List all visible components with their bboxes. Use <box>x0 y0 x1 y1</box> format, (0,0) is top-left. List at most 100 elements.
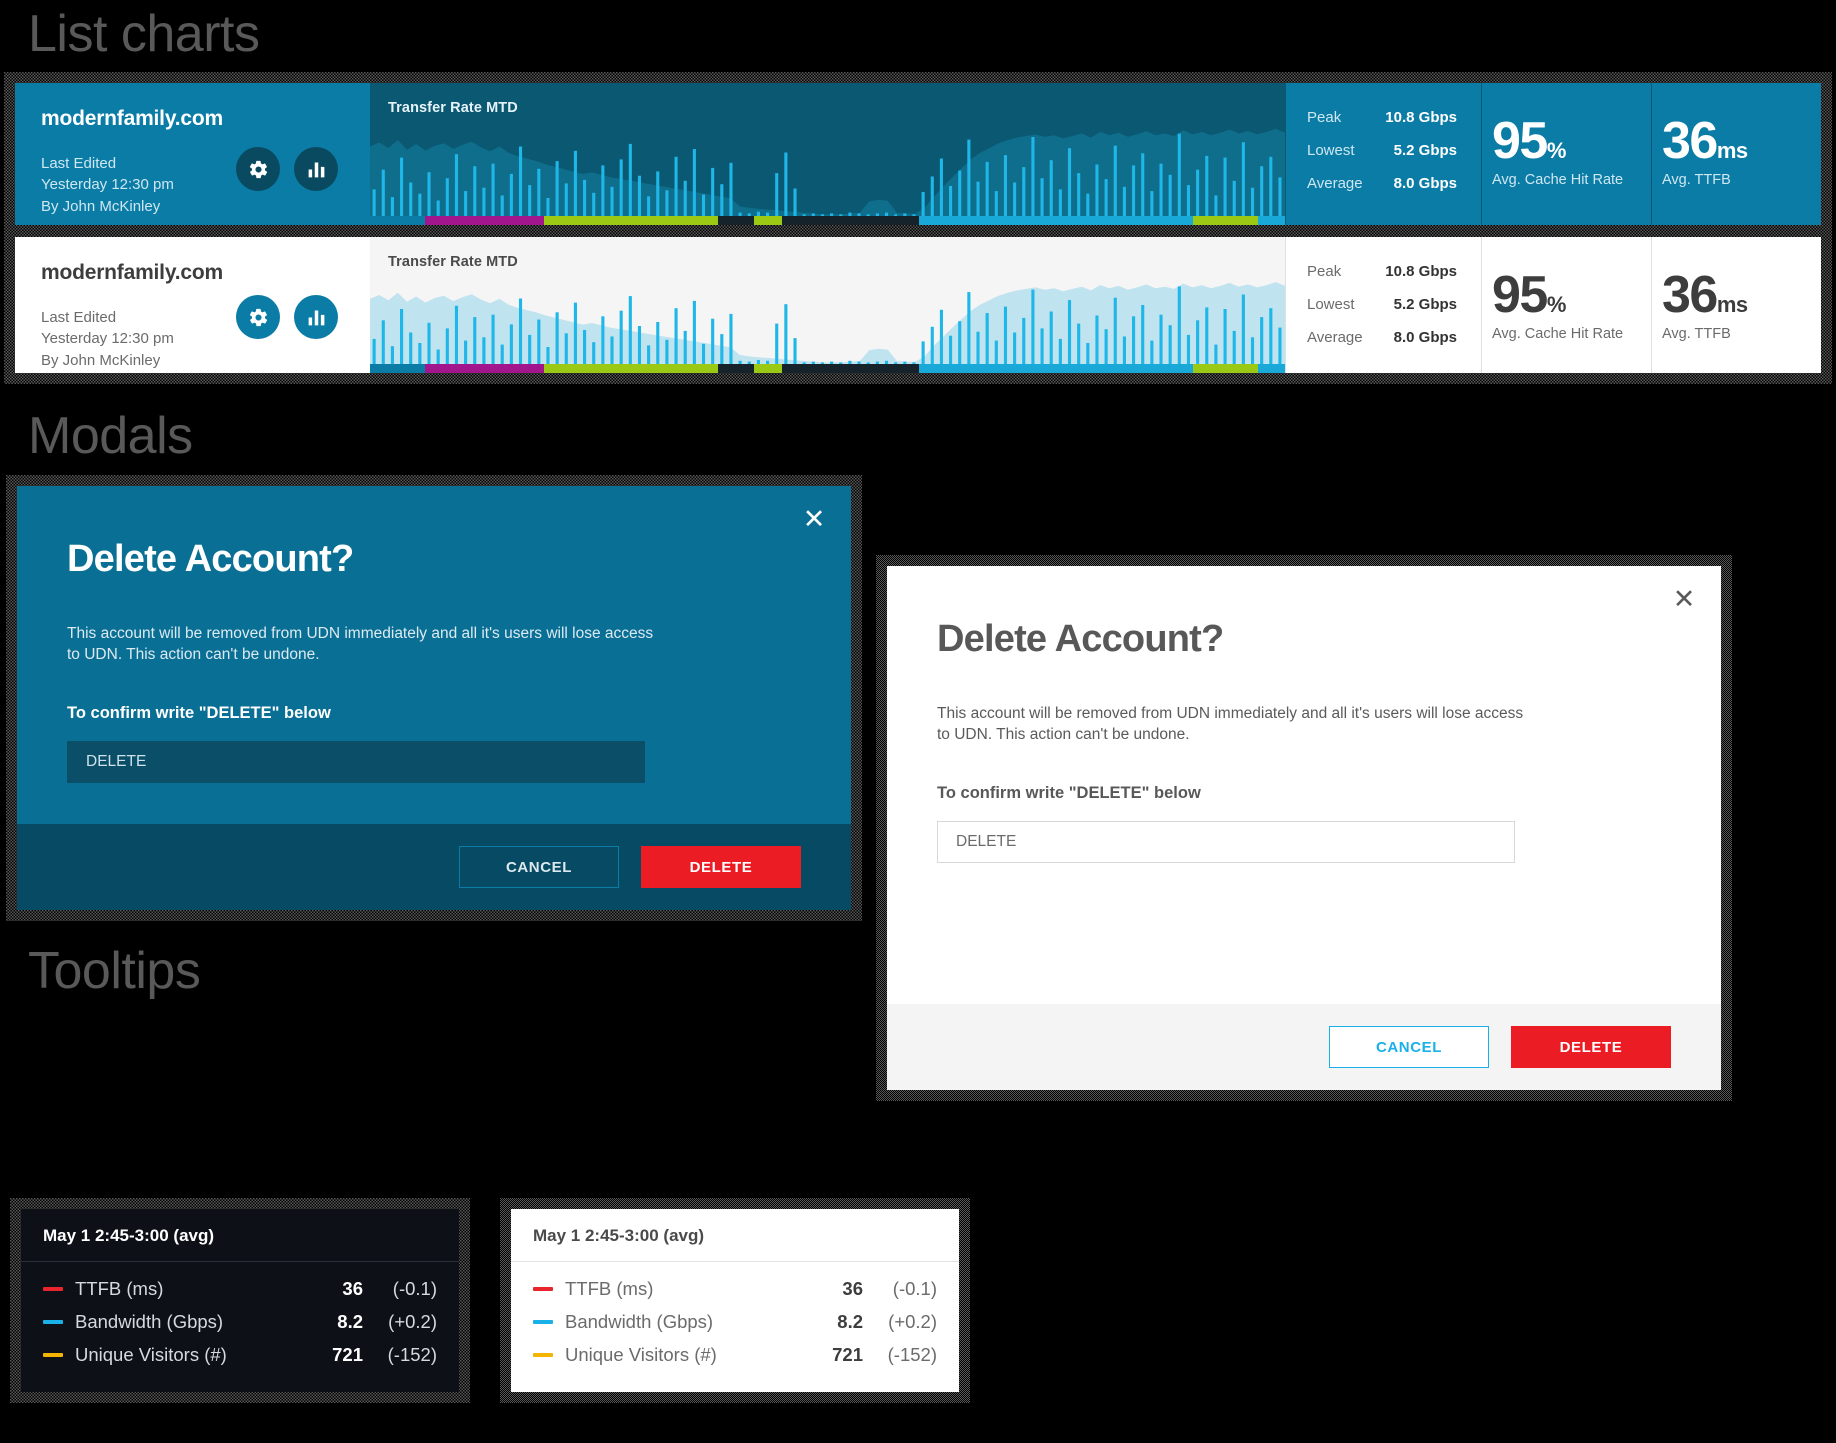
bar <box>564 333 568 364</box>
confirm-input[interactable]: DELETE <box>937 820 1515 863</box>
bar <box>1214 195 1218 216</box>
status-segment <box>918 364 1194 373</box>
stat-key: Lowest <box>1307 296 1355 313</box>
list-charts-frame: modernfamily.com Last Edited Yesterday 1… <box>4 72 1832 384</box>
bar <box>1205 155 1209 216</box>
tooltip-row: Bandwidth (Gbps) 8.2 (+0.2) <box>533 1305 937 1338</box>
bar <box>601 316 605 364</box>
bar <box>1241 142 1245 216</box>
gear-icon <box>249 308 267 326</box>
bar <box>528 334 532 364</box>
bar <box>656 322 660 364</box>
bar <box>1067 148 1072 216</box>
legend-swatch-icon <box>533 1286 553 1291</box>
metric-delta: (+0.2) <box>388 1310 437 1332</box>
bar <box>1095 164 1099 216</box>
bar <box>1067 300 1072 364</box>
status-segment <box>1193 364 1258 373</box>
bar <box>1141 153 1145 216</box>
bar <box>473 166 477 216</box>
chart-status-strip <box>370 216 1285 225</box>
kpi-tile: 95% Avg. Cache Hit Rate <box>1481 83 1651 225</box>
stat-key: Peak <box>1307 109 1342 126</box>
bar <box>958 170 962 216</box>
bar <box>592 192 596 216</box>
bar <box>482 337 486 364</box>
bar <box>500 344 504 364</box>
bar <box>509 173 513 216</box>
bar <box>1278 177 1282 216</box>
status-segment <box>370 364 425 373</box>
bar <box>1223 309 1227 364</box>
bar <box>1260 317 1264 364</box>
bar <box>1232 180 1236 216</box>
bar <box>372 338 376 364</box>
bar <box>701 343 706 364</box>
bar <box>573 150 577 216</box>
tooltip-rows: TTFB (ms) 36 (-0.1) Bandwidth (Gbps) 8.2 (+0.… <box>511 1262 959 1385</box>
kpi-unit: ms <box>1716 138 1748 163</box>
bar <box>427 172 431 216</box>
analytics-button[interactable] <box>294 295 338 339</box>
bar <box>793 188 797 216</box>
site-domain: modernfamily.com <box>41 261 223 284</box>
kpi-tile: 36ms Avg. TTFB <box>1651 83 1821 225</box>
cancel-button[interactable]: CANCEL <box>459 846 619 888</box>
bar <box>711 318 715 364</box>
cancel-button[interactable]: CANCEL <box>1329 1026 1489 1068</box>
modal-description: This account will be removed from UDN im… <box>67 625 654 664</box>
bar <box>592 342 596 364</box>
analytics-button[interactable] <box>294 147 338 191</box>
bar <box>1104 179 1108 216</box>
bar <box>1077 323 1081 364</box>
transfer-rate-chart-light[interactable]: Transfer Rate MTD <box>370 237 1285 373</box>
bar <box>967 139 971 216</box>
delete-button[interactable]: DELETE <box>641 846 801 888</box>
bar <box>729 313 733 364</box>
list-chart-card-dark[interactable]: modernfamily.com Last Edited Yesterday 1… <box>15 83 1821 225</box>
bar <box>427 322 431 364</box>
chart-summary-stats: Peak 10.8 Gbps Lowest 5.2 Gbps Average 8.0 Gb… <box>1285 83 1481 225</box>
status-segment <box>424 216 544 225</box>
tooltip-row: TTFB (ms) 36 (-0.1) <box>533 1272 937 1305</box>
metrics-tooltip-light: May 1 2:45-3:00 (avg) TTFB (ms) 36 (-0.1) B… <box>511 1209 959 1392</box>
stat-key: Lowest <box>1307 142 1355 159</box>
kpi-unit: % <box>1546 138 1567 163</box>
metric-delta: (+0.2) <box>888 1310 937 1332</box>
delete-button[interactable]: DELETE <box>1511 1026 1671 1068</box>
bar <box>1168 325 1172 364</box>
status-segment <box>717 364 755 373</box>
settings-button[interactable] <box>236 147 280 191</box>
confirm-instruction: To confirm write "DELETE" below <box>937 783 1201 802</box>
tooltip-row: Unique Visitors (#) 721 (-152) <box>43 1338 437 1371</box>
kpi-label: Avg. TTFB <box>1662 172 1731 189</box>
bar <box>409 332 413 364</box>
bar <box>1058 189 1062 216</box>
bar <box>1177 133 1181 216</box>
transfer-rate-chart-dark[interactable]: Transfer Rate MTD <box>370 83 1285 225</box>
bar <box>1132 316 1136 364</box>
bar <box>1150 340 1154 364</box>
bar <box>555 161 559 216</box>
bar <box>528 185 532 216</box>
tooltip-row: Bandwidth (Gbps) 8.2 (+0.2) <box>43 1305 437 1338</box>
bar <box>1232 330 1236 364</box>
bar <box>1159 314 1163 364</box>
dark-modal-frame: ✕ Delete Account? This account will be r… <box>6 475 862 921</box>
bar <box>473 317 477 364</box>
dark-tooltip-frame: May 1 2:45-3:00 (avg) TTFB (ms) 36 (-0.1) B… <box>10 1198 470 1403</box>
bar <box>1278 327 1282 364</box>
stat-value: 8.0 Gbps <box>1393 329 1457 346</box>
bar <box>665 339 669 365</box>
bar <box>994 191 998 216</box>
bar <box>1122 336 1126 364</box>
list-chart-card-light[interactable]: modernfamily.com Last Edited Yesterday 1… <box>15 237 1821 373</box>
confirm-input[interactable]: DELETE <box>67 740 645 783</box>
bar <box>939 309 943 364</box>
bar <box>610 336 614 364</box>
metric-value: 721 <box>332 1343 363 1365</box>
chart-kpis: 95% Avg. Cache Hit Rate 36ms Avg. TTFB <box>1481 83 1821 225</box>
metric-delta: (-0.1) <box>892 1277 937 1299</box>
settings-button[interactable] <box>236 295 280 339</box>
tooltip-row: TTFB (ms) 36 (-0.1) <box>43 1272 437 1305</box>
